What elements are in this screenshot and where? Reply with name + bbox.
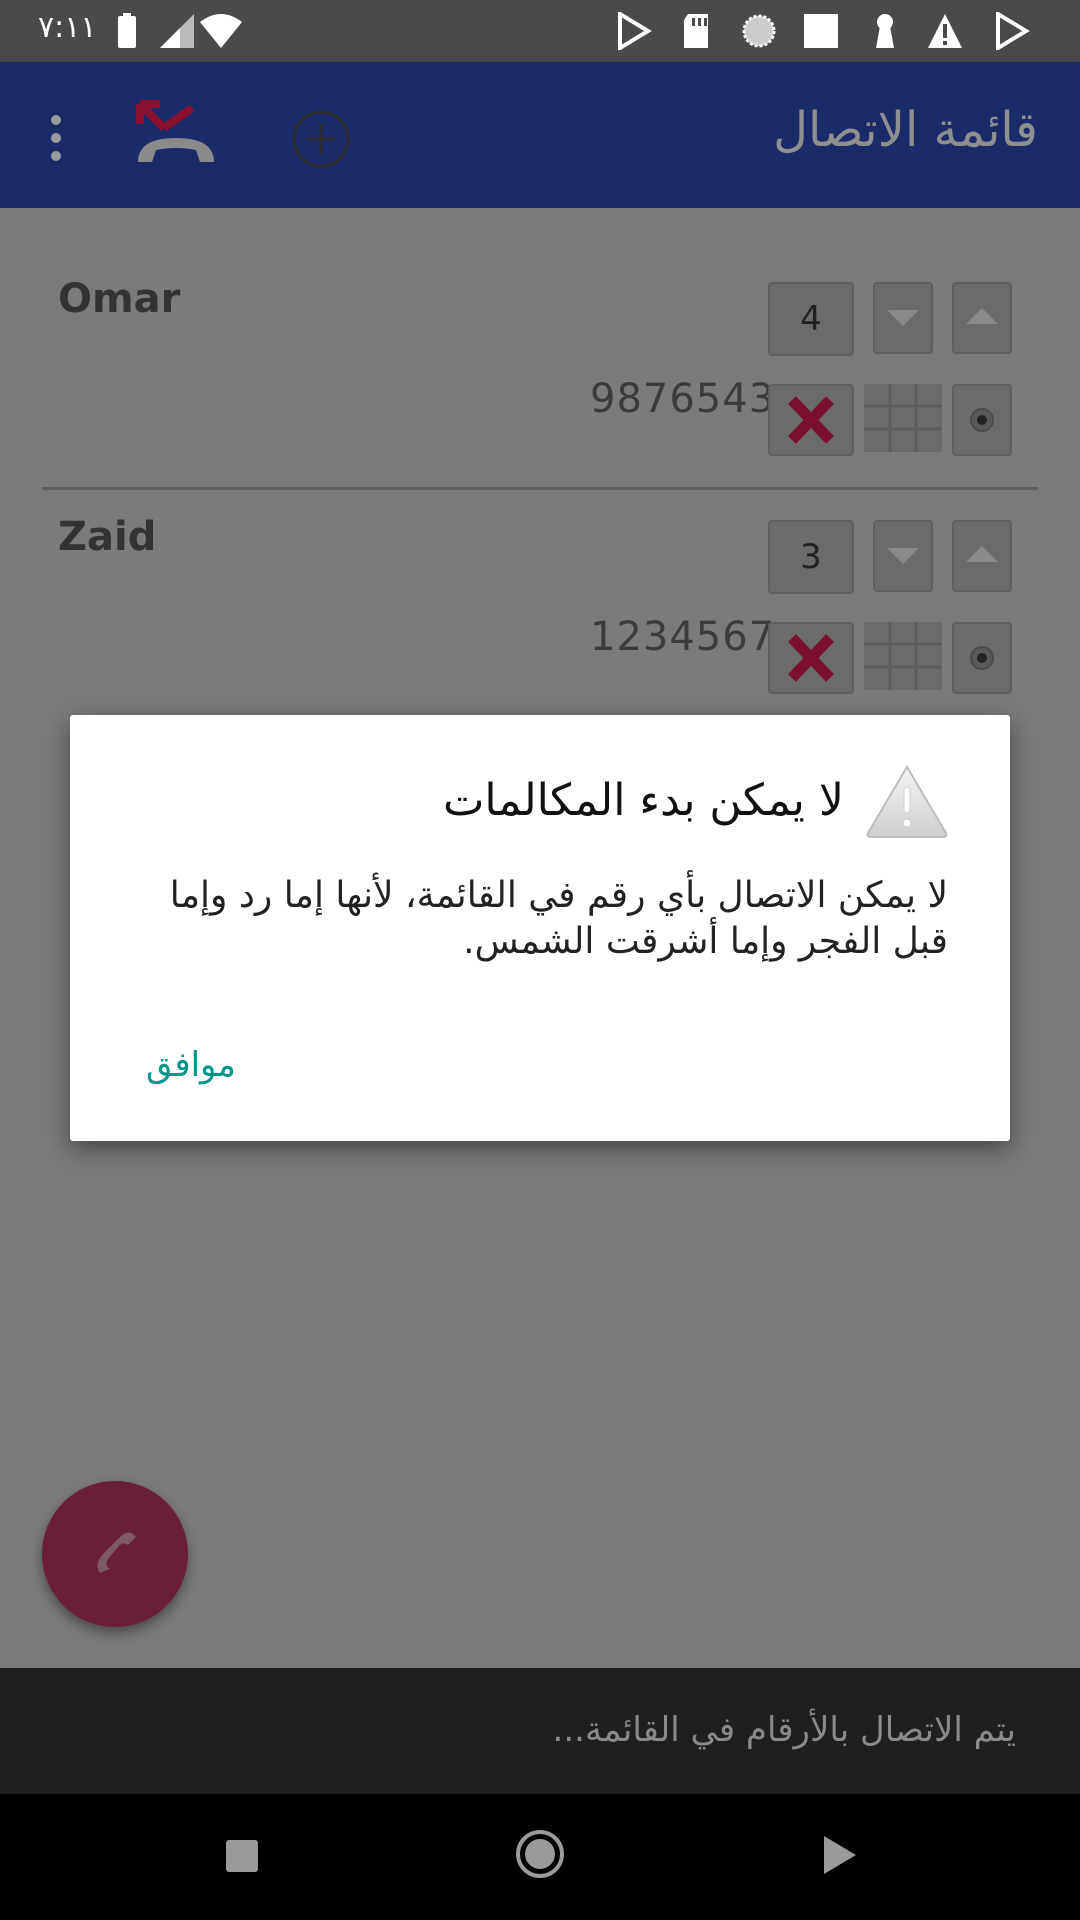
chevron-up-icon [966,546,998,562]
chevron-up-icon [966,308,998,324]
warning-icon [928,14,962,48]
grid-icon [864,622,942,690]
move-up-button[interactable] [952,520,1012,592]
dialog-message: لا يمكن الاتصال بأي رقم في القائمة، لأنه… [169,875,948,962]
warning-icon [866,765,948,838]
alert-dialog: لا يمكن بدء المكالمات لا يمكن الاتصال بأ… [70,715,1010,1141]
divider [42,487,1038,490]
keyhole-icon [876,14,894,48]
status-time: ٧:١١ [38,10,97,45]
grid-icon [864,384,942,452]
move-down-button[interactable] [873,282,933,354]
delete-button[interactable] [768,622,854,694]
square-icon [804,14,838,48]
sd-card-icon [684,14,708,48]
select-radio[interactable] [952,622,1012,694]
dialpad-button[interactable] [864,622,942,690]
snackbar-text: يتم الاتصال بالأرقام في القائمة... [552,1710,1016,1750]
delete-x-icon [788,634,834,682]
play-store-icon [996,12,1030,50]
hangup-icon[interactable] [134,94,218,170]
phone-icon [97,1532,136,1573]
dialpad-button[interactable] [864,384,942,452]
contact-name: Omar [58,276,181,322]
chevron-down-icon [887,548,919,564]
snackbar: يتم الاتصال بالأرقام في القائمة... [0,1668,1080,1794]
status-bar: ٧:١١ [0,0,1080,62]
radio-icon [970,646,994,670]
play-store-icon [618,12,652,50]
phone-number: 9876543 [590,376,776,422]
move-up-button[interactable] [952,282,1012,354]
add-circle-icon[interactable] [290,108,352,170]
priority-number: 4 [768,282,854,356]
signal-icon [160,14,194,48]
sync-icon [742,14,776,48]
priority-number: 3 [768,520,854,594]
app-bar: قائمة الاتصال [0,62,1080,208]
move-down-button[interactable] [873,520,933,592]
ok-button[interactable]: موافق [146,1045,236,1085]
battery-icon [118,13,136,48]
call-fab-button[interactable] [42,1481,188,1627]
phone-number: 1234567 [590,614,776,660]
select-radio[interactable] [952,384,1012,456]
delete-button[interactable] [768,384,854,456]
contact-name: Zaid [58,514,157,560]
wifi-icon [200,14,242,48]
delete-x-icon [788,396,834,444]
home-button[interactable] [514,1828,566,1880]
back-button[interactable] [822,1834,858,1876]
radio-icon [970,408,994,432]
chevron-down-icon [887,310,919,326]
app-title: قائمة الاتصال [773,102,1038,158]
dialog-title: لا يمكن بدء المكالمات [442,775,844,826]
recents-button[interactable] [224,1838,260,1874]
navigation-bar [0,1794,1080,1920]
overflow-menu-icon[interactable] [44,114,68,162]
